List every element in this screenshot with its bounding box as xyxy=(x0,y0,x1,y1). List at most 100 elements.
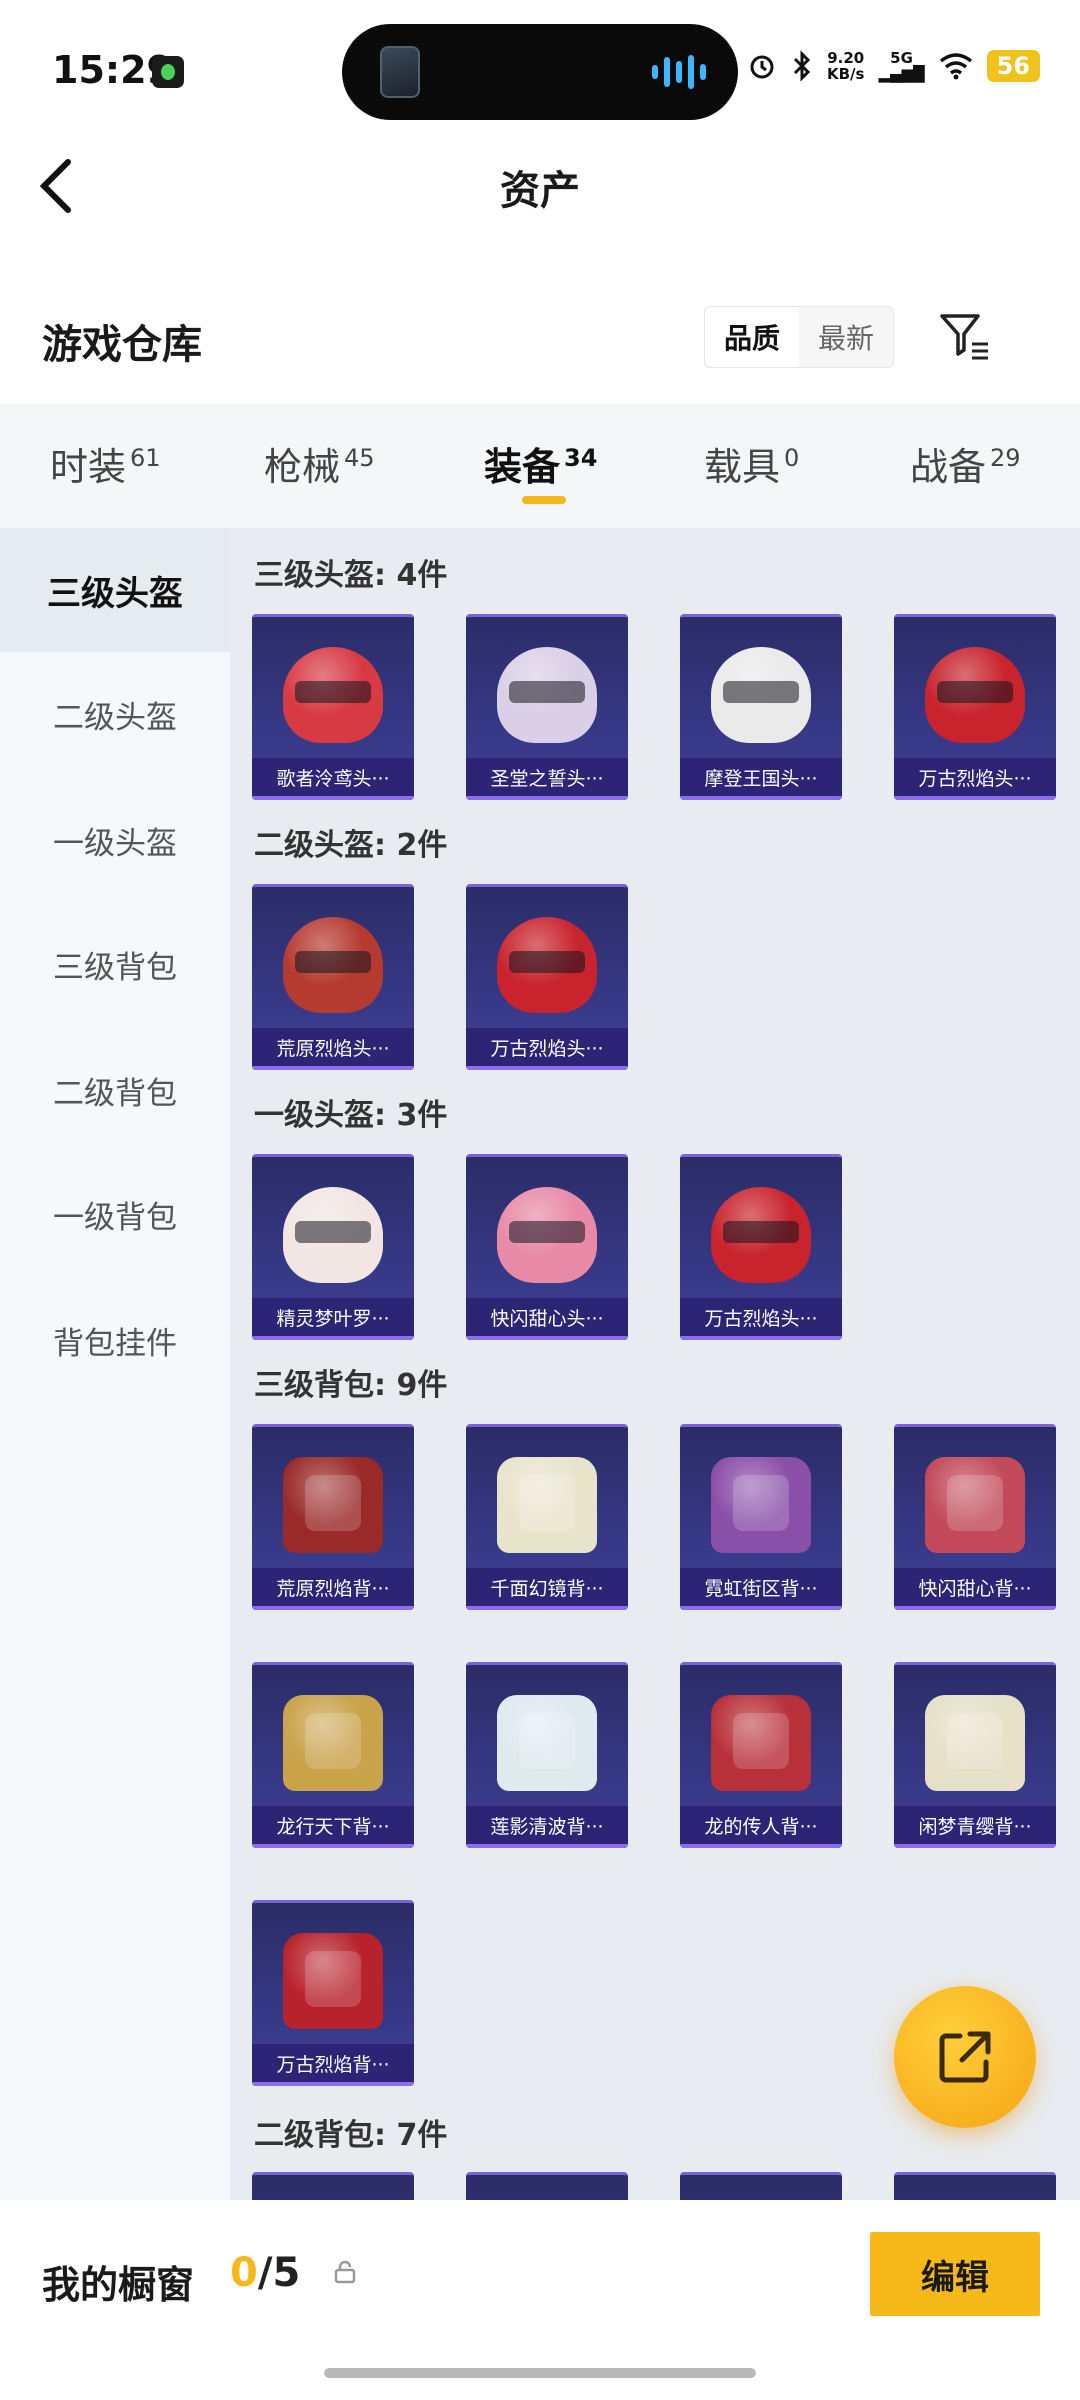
group-title: 三级背包: 9件 xyxy=(254,1368,448,1403)
sort-newest-button[interactable]: 最新 xyxy=(799,307,893,367)
edit-button[interactable]: 编辑 xyxy=(870,2232,1040,2316)
item-name: 精灵梦叶罗··· xyxy=(252,1298,414,1340)
item-card[interactable]: 精灵梦叶罗··· xyxy=(252,1154,414,1340)
filter-icon[interactable] xyxy=(938,308,994,364)
item-name: 歌者泠鸢头··· xyxy=(252,758,414,800)
sidebar-item-pendant[interactable]: 背包挂件 xyxy=(0,1278,230,1402)
share-icon xyxy=(939,2031,991,2083)
helmet-image xyxy=(711,1187,811,1283)
item-card[interactable]: 千面幻镜背··· xyxy=(466,1424,628,1610)
status-bar: 15:29 9.20 KB/s 5G ▂▄▆█ 56 xyxy=(0,0,1080,130)
sidebar-item-backpack-1[interactable]: 一级背包 xyxy=(0,1152,230,1276)
warehouse-title: 游戏仓库 xyxy=(42,322,202,368)
showcase-count: 0/5 xyxy=(230,2250,301,2296)
group-title: 二级背包: 7件 xyxy=(254,2118,448,2153)
item-name: 万古烈焰头··· xyxy=(466,1028,628,1070)
sidebar-item-helmet-3[interactable]: 三级头盔 xyxy=(0,528,230,652)
item-card[interactable]: 歌者泠鸢头··· xyxy=(252,614,414,800)
item-card[interactable] xyxy=(466,2172,628,2200)
sort-toggle: 品质 最新 xyxy=(704,306,894,368)
item-name: 万古烈焰头··· xyxy=(894,758,1056,800)
item-name: 荒原烈焰头··· xyxy=(252,1028,414,1070)
backpack-image xyxy=(925,1695,1025,1791)
item-name: 快闪甜心背··· xyxy=(894,1568,1056,1610)
item-card[interactable]: 圣堂之誓头··· xyxy=(466,614,628,800)
item-card[interactable]: 万古烈焰背··· xyxy=(252,1900,414,2086)
item-card[interactable]: 万古烈焰头··· xyxy=(466,884,628,1070)
battery-icon: 56 xyxy=(986,50,1040,82)
group-title: 三级头盔: 4件 xyxy=(254,558,448,593)
item-name: 霓虹街区背··· xyxy=(680,1568,842,1610)
sort-quality-button[interactable]: 品质 xyxy=(705,307,799,367)
system-icons: 9.20 KB/s 5G ▂▄▆█ 56 xyxy=(747,50,1040,82)
item-card[interactable]: 龙的传人背··· xyxy=(680,1662,842,1848)
showcase-title: 我的橱窗 xyxy=(42,2263,195,2307)
tab-guns[interactable]: 枪械 45 xyxy=(264,436,375,491)
helmet-image xyxy=(925,647,1025,743)
item-name: 荒原烈焰背··· xyxy=(252,1568,414,1610)
item-card[interactable]: 荒原烈焰头··· xyxy=(252,884,414,1070)
backpack-image xyxy=(497,1695,597,1791)
item-name: 千面幻镜背··· xyxy=(466,1568,628,1610)
item-card[interactable]: 万古烈焰头··· xyxy=(680,1154,842,1340)
lock-icon xyxy=(334,2260,356,2284)
backpack-image xyxy=(283,1457,383,1553)
item-name: 万古烈焰头··· xyxy=(680,1298,842,1340)
helmet-image xyxy=(497,647,597,743)
item-card[interactable]: 万古烈焰头··· xyxy=(894,614,1056,800)
item-name: 龙行天下背··· xyxy=(252,1806,414,1848)
item-card[interactable]: 霓虹街区背··· xyxy=(680,1424,842,1610)
group-title: 一级头盔: 3件 xyxy=(254,1098,448,1133)
item-name: 闲梦青缨背··· xyxy=(894,1806,1056,1848)
helmet-image xyxy=(283,917,383,1013)
tab-supplies[interactable]: 战备 29 xyxy=(910,436,1021,491)
item-card[interactable] xyxy=(680,2172,842,2200)
item-name: 莲影清波背··· xyxy=(466,1806,628,1848)
backpack-image xyxy=(711,1695,811,1791)
helmet-image xyxy=(497,1187,597,1283)
share-fab-button[interactable] xyxy=(894,1986,1036,2128)
item-name: 摩登王国头··· xyxy=(680,758,842,800)
tab-equipment[interactable]: 装备 34 xyxy=(484,436,597,491)
sidebar: 三级头盔 二级头盔 一级头盔 三级背包 二级背包 一级背包 背包挂件 xyxy=(0,528,230,2200)
sidebar-item-helmet-2[interactable]: 二级头盔 xyxy=(0,652,230,776)
item-card[interactable]: 快闪甜心头··· xyxy=(466,1154,628,1340)
backpack-image xyxy=(497,1457,597,1553)
backpack-image xyxy=(283,1933,383,2029)
helmet-image xyxy=(497,917,597,1013)
group-title: 二级头盔: 2件 xyxy=(254,828,448,863)
item-name: 万古烈焰背··· xyxy=(252,2044,414,2086)
item-card[interactable]: 荒原烈焰背··· xyxy=(252,1424,414,1610)
sidebar-item-backpack-2[interactable]: 二级背包 xyxy=(0,1028,230,1152)
helmet-image xyxy=(283,647,383,743)
item-name: 龙的传人背··· xyxy=(680,1806,842,1848)
backpack-image xyxy=(283,1695,383,1791)
audio-wave-icon xyxy=(652,54,706,90)
item-card[interactable]: 龙行天下背··· xyxy=(252,1662,414,1848)
item-name: 快闪甜心头··· xyxy=(466,1298,628,1340)
item-grid: 三级头盔: 4件 二级头盔: 2件 一级头盔: 3件 三级背包: 9件 二级背包… xyxy=(230,528,1080,2200)
backpack-image xyxy=(925,1457,1025,1553)
helmet-image xyxy=(711,647,811,743)
active-tab-indicator xyxy=(522,496,566,504)
item-card[interactable] xyxy=(894,2172,1056,2200)
backpack-image xyxy=(711,1457,811,1553)
home-indicator[interactable] xyxy=(324,2368,756,2378)
dynamic-island[interactable] xyxy=(342,24,738,120)
bluetooth-icon xyxy=(793,50,811,82)
wifi-icon xyxy=(939,53,972,80)
helmet-image xyxy=(283,1187,383,1283)
item-card[interactable]: 摩登王国头··· xyxy=(680,614,842,800)
tab-fashion[interactable]: 时装 61 xyxy=(50,436,161,491)
sidebar-item-helmet-1[interactable]: 一级头盔 xyxy=(0,778,230,902)
item-card[interactable] xyxy=(252,2172,414,2200)
alarm-icon xyxy=(750,55,774,79)
item-card[interactable]: 快闪甜心背··· xyxy=(894,1424,1056,1610)
item-card[interactable]: 莲影清波背··· xyxy=(466,1662,628,1848)
app-notification-icon xyxy=(152,56,184,88)
page-title: 资产 xyxy=(500,168,580,214)
item-card[interactable]: 闲梦青缨背··· xyxy=(894,1662,1056,1848)
sidebar-item-backpack-3[interactable]: 三级背包 xyxy=(0,902,230,1026)
tab-vehicles[interactable]: 载具 0 xyxy=(704,436,799,491)
net-speed: 9.20 KB/s xyxy=(826,49,865,83)
